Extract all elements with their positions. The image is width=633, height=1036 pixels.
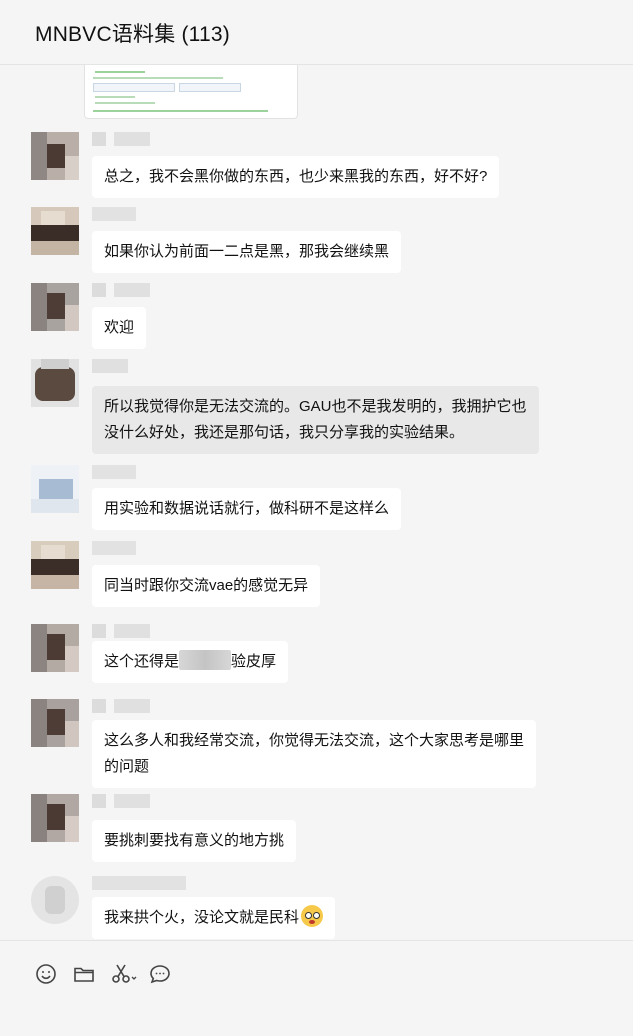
avatar[interactable]: [31, 207, 79, 255]
emoji-icon[interactable]: [34, 962, 58, 986]
message-bubble[interactable]: 所以我觉得你是无法交流的。GAU也不是我发明的，我拥护它也 没什么好处，我还是那…: [92, 386, 539, 454]
avatar[interactable]: [31, 359, 79, 407]
message-text-part: 这个还得是: [104, 653, 180, 670]
message-bubble[interactable]: 用实验和数据说话就行，做科研不是这样么: [92, 488, 402, 530]
avatar[interactable]: [31, 794, 79, 842]
message-bubble[interactable]: 我来拱个火，没论文就是民科: [92, 897, 336, 939]
folder-icon[interactable]: [72, 962, 96, 986]
message-text: 总之，我不会黑你做的东西，也少来黑我的东西，好不好?: [104, 168, 488, 185]
message-text-part: 验皮厚: [231, 653, 277, 670]
screenshot-image-message[interactable]: [84, 65, 298, 119]
dizzy-face-emoji-icon: [301, 905, 324, 927]
chat-bubble-icon[interactable]: [148, 962, 172, 986]
message-text: 如果你认为前面一二点是黑，那我会继续黑: [104, 243, 390, 260]
message-text-line: 这么多人和我经常交流，你觉得无法交流，这个大家思考是哪里: [104, 732, 525, 749]
avatar[interactable]: [31, 541, 79, 589]
title-bar: MNBVC语料集 (113): [0, 0, 633, 65]
scissors-icon[interactable]: [110, 962, 140, 986]
avatar[interactable]: [31, 876, 79, 924]
message-text: 用实验和数据说话就行，做科研不是这样么: [104, 500, 390, 517]
message-bubble[interactable]: 这么多人和我经常交流，你觉得无法交流，这个大家思考是哪里 的问题: [92, 720, 537, 788]
avatar[interactable]: [31, 699, 79, 747]
avatar[interactable]: [31, 132, 79, 180]
chat-history[interactable]: 总之，我不会黑你做的东西，也少来黑我的东西，好不好? 如果你认为前面一二点是黑，…: [0, 65, 633, 939]
message-text-line: 没什么好处，我还是那句话，我只分享我的实验结果。: [104, 424, 465, 441]
message-text-line: 所以我觉得你是无法交流的。GAU也不是我发明的，我拥护它也: [104, 398, 527, 415]
message-bubble[interactable]: 如果你认为前面一二点是黑，那我会继续黑: [92, 231, 402, 273]
message-text: 同当时跟你交流vae的感觉无异: [104, 577, 309, 594]
chat-title: MNBVC语料集 (113): [35, 23, 230, 46]
redacted-blur: [179, 650, 232, 670]
input-divider: [0, 940, 633, 941]
avatar[interactable]: [31, 624, 79, 672]
message-text: 我来拱个火，没论文就是民科: [104, 909, 300, 926]
message-bubble[interactable]: 同当时跟你交流vae的感觉无异: [92, 565, 321, 607]
message-text-line: 的问题: [104, 758, 150, 775]
message-text: 欢迎: [104, 319, 135, 336]
message-bubble[interactable]: 总之，我不会黑你做的东西，也少来黑我的东西，好不好?: [92, 156, 500, 198]
message-bubble[interactable]: 要挑刺要找有意义的地方挑: [92, 820, 297, 862]
avatar[interactable]: [31, 283, 79, 331]
avatar[interactable]: [31, 465, 79, 513]
message-text: 要挑刺要找有意义的地方挑: [104, 832, 285, 849]
message-bubble[interactable]: 这个还得是 验皮厚: [92, 641, 289, 683]
message-bubble[interactable]: 欢迎: [92, 307, 147, 349]
